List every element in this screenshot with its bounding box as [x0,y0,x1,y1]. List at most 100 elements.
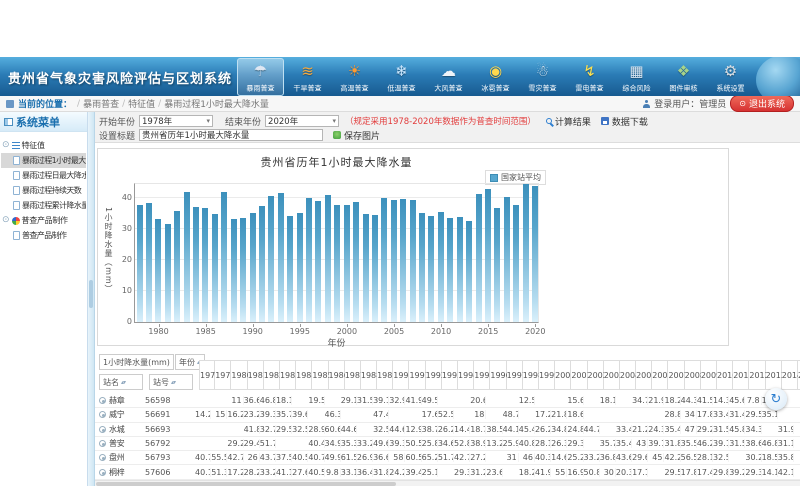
year-header-cell[interactable]: 2000 [555,361,571,389]
year-header-cell[interactable]: 2001 [571,361,587,389]
year-header-cell[interactable]: 2003 [604,361,620,389]
y-tick-label: 40 [117,193,132,202]
floating-widget-button[interactable]: ↻ [765,388,787,410]
menu-item[interactable]: 暴雨过程1小时最大降水量 [1,153,86,168]
year-header-cell[interactable]: 2014 [782,361,798,389]
calc-result-button[interactable]: 计算结果 [546,115,591,128]
year-header-cell[interactable]: 1978 [199,361,215,389]
year-header-cell[interactable]: 2012 [749,361,765,389]
value-cell: 31.5 [357,396,373,405]
toolbar-item-hail[interactable]: ◉冰雹普查 [472,58,519,96]
table-row: 威宁5669114.21516.223.239.335.739.646.347.… [95,408,800,422]
year-header-cell[interactable]: 2010 [717,361,733,389]
row-expand-icon[interactable] [99,411,106,418]
year-header-cell[interactable]: 1986 [329,361,345,389]
menu-group[interactable]: ⊙特征值 [1,138,86,153]
start-year-select[interactable]: 1978年 ▾ [139,115,213,127]
year-header-cell[interactable]: 2002 [588,361,604,389]
value-cell: 35.7 [276,410,292,419]
year-header-cell[interactable]: 1999 [539,361,555,389]
sort-icons[interactable]: ▴▾ [171,379,175,386]
menu-icon [4,118,13,126]
menu-item[interactable]: 暴雨过程持续天数 [1,183,86,198]
expand-icon[interactable]: ⊙ [2,141,10,150]
station-id-cell: 57606 [145,468,195,477]
year-header-cell[interactable]: 1996 [490,361,506,389]
breadcrumb-item[interactable]: 暴雨普查 [83,97,119,110]
end-year-select[interactable]: 2020年 ▾ [265,115,339,127]
toolbar-item-map-review[interactable]: ❖图件审核 [660,58,707,96]
toolbar-item-lightning[interactable]: ↯雷电普查 [566,58,613,96]
value-cell: 23.6 [486,468,502,477]
save-image-button[interactable]: 保存图片 [333,129,380,142]
station-name-header[interactable]: 站名 ▴▾ [99,374,143,390]
year-header-cell[interactable]: 2007 [668,361,684,389]
toolbar-item-low-temp[interactable]: ❄低温普查 [378,58,425,96]
row-expand-icon[interactable] [99,469,106,476]
logout-button[interactable]: ⊙ 退出系统 [730,95,794,112]
toolbar-item-snow[interactable]: ☃雪灾普查 [519,58,566,96]
year-header-cell[interactable]: 1988 [361,361,377,389]
scrollbar-thumb[interactable] [96,482,396,486]
year-header-cell[interactable]: 2006 [652,361,668,389]
value-cell: 40.5 [308,468,324,477]
row-expand-icon[interactable] [99,454,106,461]
row-expand-icon[interactable] [99,440,106,447]
station-id-cell: 56598 [145,396,195,405]
toolbar-item-rainstorm[interactable]: ☂暴雨普查 [237,58,284,96]
menu-item[interactable]: 暴雨过程日最大降水量 [1,168,86,183]
value-cell: 33.2 [584,453,600,462]
title-input[interactable] [139,129,323,141]
year-header-cell[interactable]: 1981 [248,361,264,389]
splitter[interactable] [88,112,95,486]
expand-icon[interactable]: ⊙ [2,216,10,225]
year-header-cell[interactable]: 1998 [523,361,539,389]
toolbar-item-settings[interactable]: ⚙系统设置 [707,58,754,96]
chart-bar [334,205,340,322]
station-id-header[interactable]: 站号 ▴▾ [149,374,193,390]
data-download-button[interactable]: 数据下载 [601,115,648,128]
year-header-cell[interactable]: 2008 [685,361,701,389]
year-header-cell[interactable]: 1984 [296,361,312,389]
sort-icons[interactable]: ▴▾ [121,379,125,386]
station-id-cell: 56691 [145,410,195,419]
splitter-handle[interactable] [89,280,93,308]
row-expand-icon[interactable] [99,426,106,433]
breadcrumb-item[interactable]: 特征值 [128,97,155,110]
year-header-cell[interactable]: 1995 [474,361,490,389]
year-header-cell[interactable]: 1983 [280,361,296,389]
year-header-cell[interactable]: 1982 [264,361,280,389]
toolbar-item-high-temp[interactable]: ☀高温普查 [331,58,378,96]
year-header-cell[interactable]: 1991 [409,361,425,389]
year-header-cell[interactable]: 1994 [458,361,474,389]
year-header-cell[interactable]: 1985 [312,361,328,389]
year-header-cell[interactable]: 1997 [507,361,523,389]
toolbar-item-drought[interactable]: ≋干旱普查 [284,58,331,96]
year-header-cell[interactable]: 2009 [701,361,717,389]
year-header-cell[interactable]: 1980 [231,361,247,389]
year-header-cell[interactable]: 1993 [442,361,458,389]
year-header-cell[interactable]: 1992 [426,361,442,389]
year-header-cell[interactable]: 2004 [620,361,636,389]
year-header-cell[interactable]: 2013 [766,361,782,389]
year-header-cell[interactable]: 1979 [215,361,231,389]
menu-item[interactable]: 普查产品制作 [1,228,86,243]
menu-item[interactable]: 暴雨过程累计降水量 [1,198,86,213]
year-header-cell[interactable]: 2005 [636,361,652,389]
breadcrumb-item[interactable]: 暴雨过程1小时最大降水量 [164,97,269,110]
value-cell: 44.6 [341,425,357,434]
menu-group[interactable]: ⊙普查产品制作 [1,213,86,228]
row-expand-icon[interactable] [99,397,106,404]
wind-icon: ☁ [426,60,471,83]
top-banner: 贵州省气象灾害风险评估与区划系统 ☂暴雨普查≋干旱普查☀高温普查❄低温普查☁大风… [0,57,800,96]
h-scrollbar[interactable] [95,480,800,486]
toolbar-item-wind[interactable]: ☁大风普查 [425,58,472,96]
year-header-cell[interactable]: 1990 [393,361,409,389]
value-cell: 33.4 [616,425,632,434]
year-header-cell[interactable]: 1989 [377,361,393,389]
value-type-chip[interactable]: 1小时降水量(mm) [99,354,174,370]
toolbar-item-comprehensive-risk[interactable]: ▦综合风险 [613,58,660,96]
value-cell: 18.6 [567,410,583,419]
year-header-cell[interactable]: 2011 [733,361,749,389]
year-header-cell[interactable]: 1987 [345,361,361,389]
